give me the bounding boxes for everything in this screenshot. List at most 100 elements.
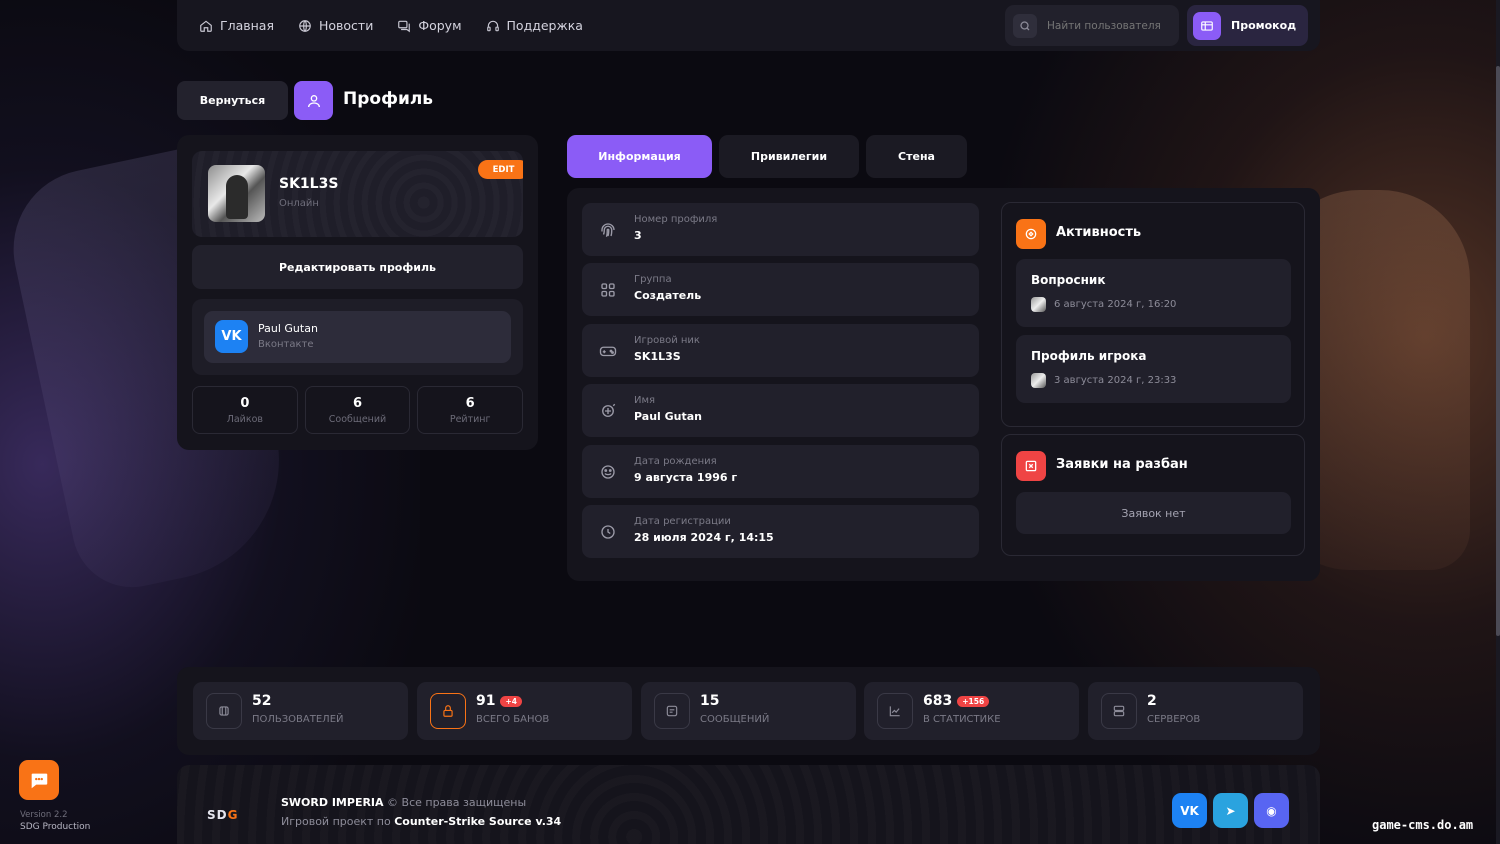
info-label: Дата рождения [634, 456, 717, 467]
mini-avatar [1031, 297, 1046, 312]
info-row-name: Имя Paul Gutan [582, 384, 979, 437]
home-icon [199, 19, 213, 33]
site-stat-bans: 91 +4 ВСЕГО БАНОВ [417, 682, 632, 740]
info-row-nickname: Игровой ник SK1L3S [582, 324, 979, 377]
info-value: Paul Gutan [634, 410, 702, 423]
no-requests-message: Заявок нет [1016, 492, 1291, 534]
nav-news-label: Новости [319, 18, 374, 33]
edit-badge[interactable]: EDIT [478, 160, 523, 179]
footer: SDG SWORD IMPERIA © Все права защищены И… [177, 765, 1320, 844]
activity-item-title: Профиль игрока [1031, 349, 1147, 363]
social-link-vk[interactable]: VK Paul Gutan Вконтакте [204, 311, 511, 363]
activity-item-date: 6 августа 2024 г, 16:20 [1054, 299, 1177, 310]
info-row-registration: Дата регистрации 28 июля 2024 г, 14:15 [582, 505, 979, 558]
info-row-group: Группа Создатель [582, 263, 979, 316]
site-stat-label: СООБЩЕНИЙ [700, 714, 770, 725]
activity-title: Активность [1056, 225, 1142, 240]
site-stat-servers: 2 СЕРВЕРОВ [1088, 682, 1303, 740]
site-stat-label: ПОЛЬЗОВАТЕЛЕЙ [252, 714, 344, 725]
promo-button[interactable]: Промокод [1187, 5, 1308, 46]
footer-vk-button[interactable]: VK [1172, 793, 1207, 828]
unban-requests-section: Заявки на разбан Заявок нет [1001, 434, 1305, 556]
stat-messages-value: 6 [352, 395, 363, 411]
producer-label: SDG Production [20, 822, 91, 832]
social-network: Вконтакте [258, 339, 314, 350]
footer-discord-button[interactable]: ◉ [1254, 793, 1289, 828]
id-icon [599, 402, 617, 420]
profile-tabs: Информация Привилегии Стена [567, 135, 967, 178]
gamepad-icon [599, 342, 617, 360]
nav-forum[interactable]: Форум [397, 8, 462, 33]
footer-brand: SWORD IMPERIA [281, 796, 384, 809]
footer-project-name: Counter-Strike Source v.34 [394, 815, 562, 828]
site-stat-value: 91 +4 [476, 693, 522, 709]
online-status: Онлайн [279, 198, 319, 209]
headset-icon [486, 19, 500, 33]
activity-item-date: 3 августа 2024 г, 23:33 [1054, 375, 1177, 386]
profile-stats: 0 Лайков 6 Сообщений 6 Рейтинг [192, 386, 524, 434]
site-stat-label: ВСЕГО БАНОВ [476, 714, 550, 725]
activity-item[interactable]: Вопросник 6 августа 2024 г, 16:20 [1016, 259, 1291, 327]
user-card: SK1L3S Онлайн EDIT [192, 151, 523, 237]
increase-badge: +156 [957, 695, 990, 707]
edit-profile-button[interactable]: Редактировать профиль [192, 245, 523, 289]
social-links: VK Paul Gutan Вконтакте [192, 299, 523, 375]
site-stat-value: 52 [252, 693, 271, 709]
chat-widget-button[interactable] [19, 760, 59, 800]
watermark: game-cms.do.am [1372, 818, 1474, 832]
top-navbar: Главная Новости Форум Поддержка Промокод [177, 0, 1320, 51]
nav-home[interactable]: Главная [199, 8, 274, 33]
site-stat-value: 2 [1147, 693, 1157, 709]
nav-support[interactable]: Поддержка [486, 8, 583, 33]
vk-icon: VK [215, 320, 248, 353]
user-search[interactable] [1005, 5, 1179, 46]
scrollbar-thumb[interactable] [1496, 66, 1500, 636]
activity-icon [1016, 219, 1046, 249]
info-label: Имя [634, 395, 656, 406]
promo-icon [1193, 11, 1221, 40]
footer-logo-accent: G [227, 808, 239, 822]
footer-copyright: SWORD IMPERIA © Все права защищены [281, 796, 526, 809]
stat-likes-label: Лайков [226, 413, 263, 425]
back-button[interactable]: Вернуться [177, 81, 288, 120]
footer-copyright-text: © Все права защищены [383, 796, 527, 809]
site-stat-number: 15 [700, 693, 720, 709]
stat-rating-value: 6 [465, 395, 475, 411]
unban-icon [1016, 451, 1046, 481]
lock-icon [430, 693, 466, 729]
tab-information[interactable]: Информация [567, 135, 712, 178]
avatar [208, 165, 265, 222]
site-stat-users: 52 ПОЛЬЗОВАТЕЛЕЙ [193, 682, 408, 740]
site-stat-number: 2 [1147, 693, 1157, 709]
nav-news[interactable]: Новости [298, 8, 373, 33]
info-label: Группа [634, 274, 672, 285]
chat-icon [397, 19, 411, 33]
nav-home-label: Главная [220, 18, 274, 33]
site-stat-messages: 15 СООБЩЕНИЙ [641, 682, 856, 740]
stat-rating-label: Рейтинг [449, 413, 491, 425]
globe-icon [298, 19, 312, 33]
message-icon [654, 693, 690, 729]
tab-wall[interactable]: Стена [866, 135, 967, 178]
nav-support-label: Поддержка [506, 18, 583, 33]
footer-logo[interactable]: SDG [207, 808, 238, 822]
site-stat-value: 15 [700, 693, 719, 709]
site-stats-bar: 52 ПОЛЬЗОВАТЕЛЕЙ 91 +4 ВСЕГО БАНОВ 15 СОО… [177, 667, 1320, 755]
stat-rating: 6 Рейтинг [417, 386, 524, 434]
site-stat-statistics: 683 +156 В СТАТИСТИКЕ [864, 682, 1079, 740]
footer-project-prefix: Игровой проект по [281, 815, 395, 828]
info-row-profile-number: Номер профиля 3 [582, 203, 979, 256]
site-stat-label: СЕРВЕРОВ [1147, 714, 1201, 725]
server-icon [1101, 693, 1137, 729]
grid-icon [599, 281, 617, 299]
scrollbar-track[interactable] [1496, 0, 1500, 844]
promo-label: Промокод [1231, 19, 1297, 32]
stat-messages-label: Сообщений [328, 413, 387, 425]
social-name: Paul Gutan [258, 322, 318, 335]
tab-privileges[interactable]: Привилегии [719, 135, 859, 178]
activity-item[interactable]: Профиль игрока 3 августа 2024 г, 23:33 [1016, 335, 1291, 403]
version-label: Version 2.2 [20, 810, 68, 820]
search-input[interactable] [1047, 19, 1167, 32]
info-value: Создатель [634, 289, 702, 302]
footer-telegram-button[interactable]: ➤ [1213, 793, 1248, 828]
